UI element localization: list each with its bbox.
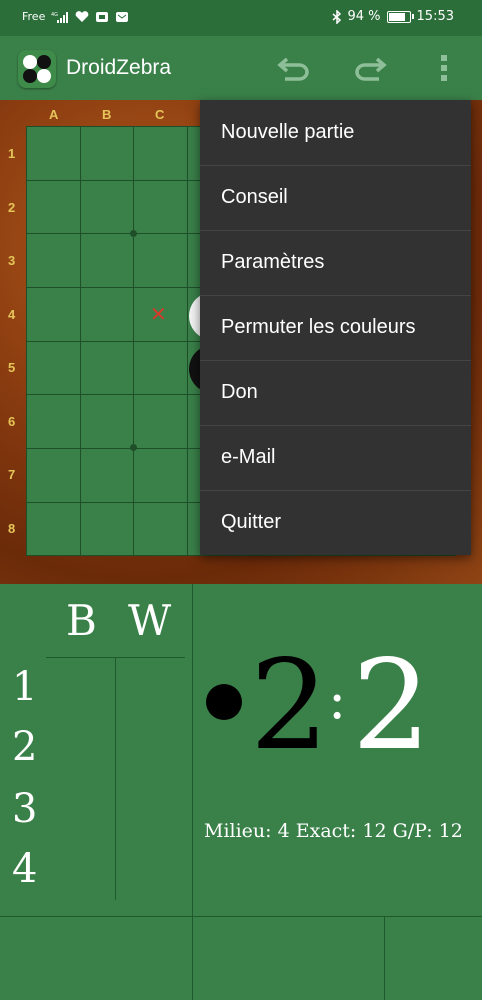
row-label: 5: [8, 360, 16, 375]
undo-icon: [277, 57, 309, 81]
menu-item-new-game[interactable]: Nouvelle partie: [200, 100, 471, 165]
column-label: A: [49, 107, 59, 122]
app-icon: [18, 50, 56, 88]
row-label: 4: [8, 307, 16, 322]
column-label: C: [155, 107, 165, 122]
more-vert-icon: [441, 55, 447, 81]
row-label: 8: [8, 521, 16, 536]
battery-icon: [386, 10, 414, 23]
clock: 15:53: [416, 9, 454, 24]
board-dot: [130, 444, 137, 451]
notification-icon: [96, 11, 109, 22]
engine-stats: Milieu: 4 Exact: 12 G/P: 12: [204, 820, 463, 842]
redo-button[interactable]: [350, 50, 390, 86]
move-number: 4: [12, 846, 38, 892]
row-label: 1: [8, 146, 16, 161]
overflow-menu-button[interactable]: [424, 50, 464, 86]
row-label: 6: [8, 414, 16, 429]
status-right: 94 % 15:53: [332, 9, 454, 24]
menu-item-hint[interactable]: Conseil: [200, 165, 471, 230]
board-dot: [130, 230, 137, 237]
bluetooth-icon: [332, 9, 341, 24]
heart-rate-icon: [75, 10, 89, 22]
hint-mark[interactable]: ✕: [150, 302, 167, 326]
move-number: 2: [12, 724, 38, 770]
menu-item-donate[interactable]: Don: [200, 360, 471, 425]
column-label: B: [102, 107, 112, 122]
black-column-header: B: [66, 596, 97, 645]
carrier-label: Free: [22, 10, 46, 23]
score-separator: :: [328, 668, 347, 731]
status-left: Free 4G: [22, 10, 129, 23]
message-icon: [116, 11, 129, 22]
redo-icon: [355, 57, 387, 81]
menu-item-swap-colors[interactable]: Permuter les couleurs: [200, 295, 471, 360]
menu-item-email[interactable]: e-Mail: [200, 425, 471, 490]
black-score: 2: [250, 634, 329, 778]
battery-percent: 94 %: [347, 9, 381, 24]
undo-button[interactable]: [274, 50, 314, 86]
app-bar: DroidZebra: [0, 36, 482, 100]
row-label: 2: [8, 200, 16, 215]
row-label: 7: [8, 467, 16, 482]
white-score: 2: [352, 634, 431, 778]
status-bar: Free 4G 94 % 15:53: [0, 0, 482, 36]
move-number: 3: [12, 786, 38, 832]
menu-item-settings[interactable]: Paramètres: [200, 230, 471, 295]
white-column-header: W: [128, 596, 172, 645]
turn-indicator: [206, 684, 242, 720]
menu-item-quit[interactable]: Quitter: [200, 490, 471, 555]
move-number: 1: [12, 664, 38, 710]
app-title: DroidZebra: [66, 56, 172, 79]
network-label: 4G: [51, 12, 58, 18]
signal-icon: 4G: [51, 11, 69, 23]
overflow-menu: Nouvelle partie Conseil Paramètres Permu…: [200, 100, 471, 555]
row-label: 3: [8, 253, 16, 268]
